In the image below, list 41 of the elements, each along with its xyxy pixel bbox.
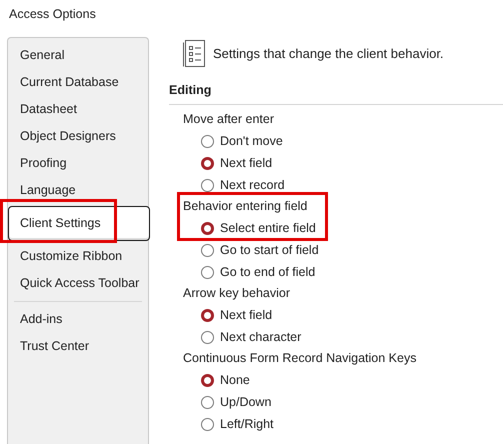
radio-label[interactable]: Don't move [220,134,283,148]
radio-button[interactable] [201,374,214,386]
radio-label[interactable]: Next character [220,330,302,344]
radio-button[interactable] [201,222,214,234]
radio-button[interactable] [201,156,214,170]
radio-label[interactable]: Left/Right [220,417,274,431]
group-label: Behavior entering field [183,198,308,215]
sidebar-item[interactable]: Client Settings [8,206,150,241]
group-label: Move after enter [183,111,276,128]
radio-label[interactable]: Next field [220,156,272,170]
sidebar-item[interactable]: Current Database [8,69,148,96]
group-label: Arrow key behavior [183,285,291,302]
radio-button[interactable] [201,330,214,344]
radio-button[interactable] [201,418,214,430]
sidebar-item[interactable]: Customize Ribbon [8,243,148,270]
sidebar-item[interactable]: Datasheet [8,96,148,123]
sidebar-item[interactable]: Object Designers [8,123,148,150]
section-heading: Editing [169,82,212,99]
sidebar-item[interactable]: Proofing [8,150,148,177]
radio-label[interactable]: Up/Down [220,395,272,409]
radio-label[interactable]: Go to end of field [220,265,316,279]
sidebar-item[interactable]: Language [8,177,148,204]
sidebar-item[interactable]: Add-ins [8,306,148,333]
radio-label[interactable]: Go to start of field [220,243,319,257]
radio-button[interactable] [201,308,214,322]
settings-list-icon [183,40,205,67]
radio-button[interactable] [201,396,214,408]
radio-label[interactable]: Next field [220,308,272,322]
sidebar-item[interactable]: Quick Access Toolbar [8,270,148,297]
radio-button[interactable] [201,266,214,278]
radio-button[interactable] [201,178,214,192]
window-title: Access Options [8,6,97,23]
radio-label[interactable]: None [220,373,250,387]
group-label: Continuous Form Record Navigation Keys [183,350,418,367]
radio-button[interactable] [201,244,214,256]
sidebar-item[interactable]: General [8,42,148,69]
page-description: Settings that change the client behavior. [213,46,444,61]
radio-button[interactable] [201,134,214,148]
radio-label[interactable]: Next record [220,178,285,192]
radio-label[interactable]: Select entire field [220,221,316,235]
sidebar-item[interactable]: Trust Center [8,333,148,360]
